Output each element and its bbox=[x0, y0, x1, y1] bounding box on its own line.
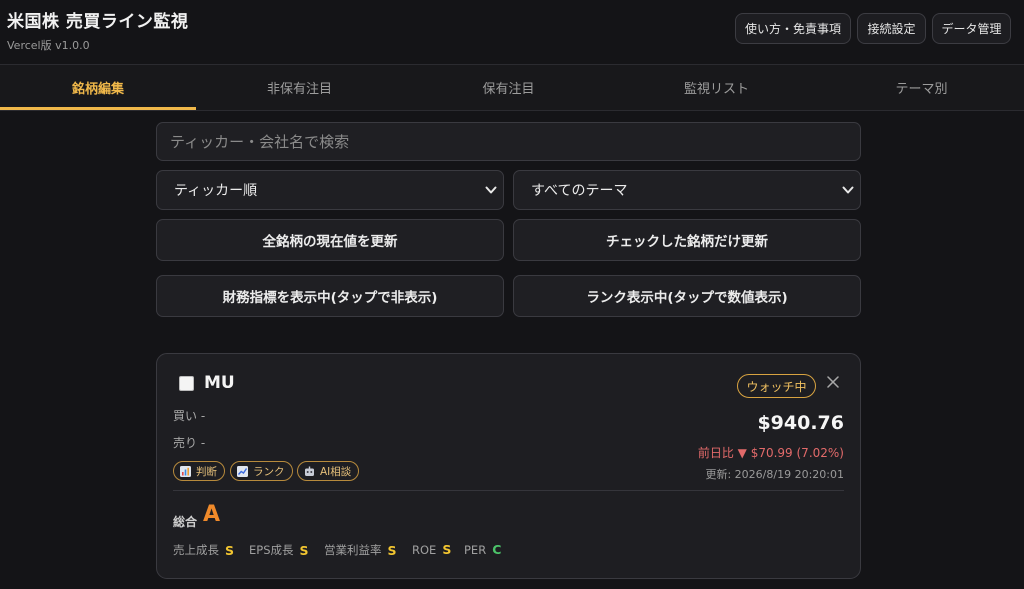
tab-by-theme[interactable]: テーマ別 bbox=[819, 65, 1024, 110]
metric-operating-margin: 営業利益率 S bbox=[324, 542, 397, 558]
ai-consult-button-label: AI相談 bbox=[320, 465, 352, 478]
search-input[interactable] bbox=[156, 122, 861, 161]
metric-label: PER bbox=[464, 542, 487, 557]
rank-button-label: ランク bbox=[253, 465, 285, 478]
stock-select-checkbox[interactable] bbox=[179, 376, 194, 391]
refresh-checked-prices-button[interactable]: チェックした銘柄だけ更新 bbox=[513, 219, 861, 261]
current-price: $940.76 bbox=[757, 412, 844, 434]
metric-grade: S bbox=[442, 542, 452, 557]
overall-rank-grade: A bbox=[203, 502, 221, 527]
bar-chart-icon bbox=[180, 465, 191, 477]
tab-non-holding-watch[interactable]: 非保有注目 bbox=[196, 65, 403, 110]
rank-button[interactable]: ランク bbox=[230, 461, 293, 481]
price-change: 前日比 ▼ $70.99 (7.02%) bbox=[697, 446, 844, 460]
metric-eps-growth: EPS成長 S bbox=[249, 542, 309, 558]
toggle-rank-display-button[interactable]: ランク表示中(タップで数値表示) bbox=[513, 275, 861, 317]
sell-line: 売り - bbox=[173, 436, 206, 450]
app-title: 米国株 売買ライン監視 bbox=[7, 12, 189, 32]
watch-status-badge[interactable]: ウォッチ中 bbox=[737, 374, 816, 398]
trend-chart-icon bbox=[237, 465, 248, 477]
sort-select-value: ティッカー順 bbox=[174, 183, 258, 199]
metric-per: PER C bbox=[464, 542, 501, 557]
chevron-down-icon bbox=[842, 186, 854, 194]
metric-label: ROE bbox=[412, 542, 437, 557]
data-management-button[interactable]: データ管理 bbox=[932, 13, 1011, 44]
metric-grade: C bbox=[492, 542, 502, 557]
usage-disclaimer-button[interactable]: 使い方・免責事項 bbox=[735, 13, 851, 44]
metric-roe: ROE S bbox=[412, 542, 451, 557]
card-divider bbox=[173, 490, 844, 491]
robot-icon bbox=[305, 466, 314, 476]
metric-grade: S bbox=[299, 542, 309, 558]
toggle-financials-button[interactable]: 財務指標を表示中(タップで非表示) bbox=[156, 275, 504, 317]
theme-select-value: すべてのテーマ bbox=[531, 183, 628, 199]
metric-grade: S bbox=[225, 542, 235, 558]
sort-select[interactable]: ティッカー順 bbox=[156, 170, 504, 210]
metric-grade: S bbox=[387, 542, 397, 558]
metric-label: 営業利益率 bbox=[324, 543, 382, 557]
app-header: 米国株 売買ライン監視 Vercel版 v1.0.0 使い方・免責事項 接続設定… bbox=[0, 0, 1024, 64]
app-version: Vercel版 v1.0.0 bbox=[7, 39, 90, 52]
connection-settings-button[interactable]: 接続設定 bbox=[857, 13, 926, 44]
metric-label: EPS成長 bbox=[249, 543, 294, 557]
active-tab-indicator bbox=[0, 107, 196, 110]
overall-rank-label: 総合 bbox=[173, 515, 198, 529]
stock-ticker: MU bbox=[204, 373, 235, 393]
metric-label: 売上成長 bbox=[173, 543, 219, 557]
chevron-down-icon bbox=[485, 186, 497, 194]
tab-watch-list[interactable]: 監視リスト bbox=[614, 65, 819, 110]
judge-button[interactable]: 判断 bbox=[173, 461, 225, 481]
tab-holding-watch[interactable]: 保有注目 bbox=[403, 65, 614, 110]
buy-line: 買い - bbox=[173, 409, 206, 423]
ai-consult-button[interactable]: AI相談 bbox=[297, 461, 360, 481]
judge-button-label: 判断 bbox=[196, 465, 217, 478]
tab-stock-edit[interactable]: 銘柄編集 bbox=[0, 65, 196, 110]
refresh-all-prices-button[interactable]: 全銘柄の現在値を更新 bbox=[156, 219, 504, 261]
metric-sales-growth: 売上成長 S bbox=[173, 542, 234, 558]
main-tabs: 銘柄編集 非保有注目 保有注目 監視リスト テーマ別 bbox=[0, 64, 1024, 111]
stock-card: MU ウォッチ中 買い - 売り - $940.76 前日比 ▼ $70.99 … bbox=[156, 353, 861, 579]
last-updated: 更新: 2026/8/19 20:20:01 bbox=[705, 468, 844, 481]
close-icon[interactable] bbox=[827, 376, 839, 388]
theme-select[interactable]: すべてのテーマ bbox=[513, 170, 861, 210]
